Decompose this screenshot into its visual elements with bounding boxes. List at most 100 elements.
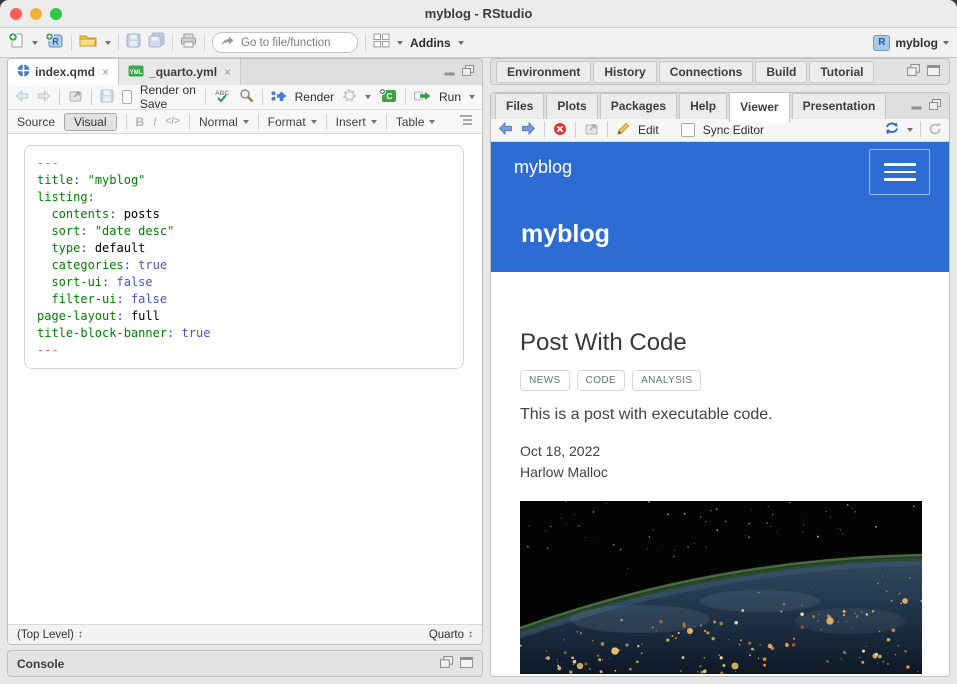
- tab-presentation[interactable]: Presentation: [792, 93, 887, 120]
- restore-pane-icon[interactable]: [440, 655, 453, 673]
- open-folder-caret-icon[interactable]: [105, 41, 111, 45]
- goto-file-box[interactable]: [212, 32, 358, 53]
- render-options-caret-icon[interactable]: [365, 95, 371, 99]
- console-pane-title[interactable]: Console: [17, 657, 64, 671]
- save-all-icon[interactable]: [148, 32, 165, 53]
- minimize-pane-icon[interactable]: [444, 63, 455, 81]
- tab-viewer[interactable]: Viewer: [729, 92, 789, 123]
- tab-connections[interactable]: Connections: [659, 61, 754, 83]
- bold-icon[interactable]: B: [136, 115, 145, 129]
- forward-icon[interactable]: [521, 122, 536, 138]
- addins-menu[interactable]: Addins: [410, 36, 451, 50]
- popup-window-icon[interactable]: [584, 122, 599, 138]
- sync-editor-label: Sync Editor: [703, 123, 764, 137]
- sync-editor-checkbox[interactable]: [681, 123, 695, 137]
- paragraph-style-menu[interactable]: Normal: [199, 115, 249, 129]
- visual-mode-button[interactable]: Visual: [64, 113, 116, 131]
- category-badge[interactable]: NEWS: [520, 370, 570, 391]
- toolbar-separator: [258, 114, 259, 130]
- scope-updown-icon: ↕: [78, 629, 83, 640]
- close-tab-icon[interactable]: ×: [102, 65, 109, 79]
- run-icon[interactable]: [414, 90, 431, 105]
- editor-canvas[interactable]: ---title: "myblog"listing: contents: pos…: [8, 134, 482, 624]
- publish-caret-icon[interactable]: [907, 128, 913, 132]
- back-icon[interactable]: [498, 122, 513, 138]
- tab-packages[interactable]: Packages: [600, 93, 677, 120]
- blog-nav-title[interactable]: myblog: [514, 157, 572, 178]
- code-line: title: "myblog": [37, 172, 451, 189]
- tab-tutorial[interactable]: Tutorial: [809, 61, 874, 83]
- sync-publish-icon[interactable]: [884, 122, 900, 138]
- back-icon[interactable]: [15, 90, 29, 105]
- code-line: page-layout: full: [37, 308, 451, 325]
- tab-environment[interactable]: Environment: [496, 61, 591, 83]
- format-menu[interactable]: Format: [268, 115, 317, 129]
- maximize-pane-icon[interactable]: [460, 655, 473, 673]
- new-file-icon[interactable]: [8, 32, 25, 54]
- open-folder-icon[interactable]: [79, 33, 98, 53]
- edit-pencil-icon[interactable]: [616, 122, 630, 139]
- run-button[interactable]: Run: [439, 90, 461, 104]
- render-on-save-checkbox[interactable]: [122, 90, 132, 104]
- close-tab-icon[interactable]: ×: [224, 65, 231, 79]
- run-caret-icon[interactable]: [469, 95, 475, 99]
- new-file-caret-icon[interactable]: [32, 41, 38, 45]
- stop-icon[interactable]: [553, 122, 567, 139]
- goto-file-input[interactable]: [239, 36, 348, 50]
- editor-statusbar: (Top Level)↕ Quarto↕: [8, 624, 482, 644]
- spellcheck-icon[interactable]: ABC: [214, 88, 231, 107]
- editor-tab[interactable]: index.qmd×: [8, 59, 119, 85]
- restore-pane-icon[interactable]: [929, 97, 941, 115]
- panes-layout-caret-icon[interactable]: [397, 41, 403, 45]
- hamburger-menu-icon[interactable]: [869, 149, 930, 195]
- print-icon[interactable]: [180, 33, 197, 53]
- forward-icon[interactable]: [37, 90, 51, 105]
- insert-chunk-icon[interactable]: C: [379, 88, 397, 106]
- addins-caret-icon[interactable]: [458, 41, 464, 45]
- toolbar-separator: [386, 114, 387, 130]
- refresh-icon[interactable]: [928, 122, 942, 139]
- tab-files[interactable]: Files: [495, 93, 544, 120]
- code-icon[interactable]: </>: [166, 116, 180, 127]
- editor-tab[interactable]: YML_quarto.yml×: [119, 59, 241, 85]
- yaml-metadata-block[interactable]: ---title: "myblog"listing: contents: pos…: [24, 145, 464, 369]
- panes-layout-icon[interactable]: [373, 33, 390, 53]
- category-badge[interactable]: ANALYSIS: [632, 370, 701, 391]
- edit-button[interactable]: Edit: [638, 123, 659, 137]
- search-icon[interactable]: [239, 88, 254, 106]
- rstudio-window: myblog - RStudio R: [0, 0, 957, 684]
- tab-plots[interactable]: Plots: [546, 93, 597, 120]
- code-line: contents: posts: [37, 206, 451, 223]
- new-project-icon[interactable]: R: [45, 32, 64, 54]
- post-author: Harlow Malloc: [520, 462, 949, 483]
- save-icon[interactable]: [100, 89, 114, 106]
- insert-menu[interactable]: Insert: [336, 115, 377, 129]
- post-date: Oct 18, 2022: [520, 441, 949, 462]
- italic-icon[interactable]: I: [153, 115, 156, 129]
- tab-history[interactable]: History: [593, 61, 656, 83]
- render-button[interactable]: Render: [295, 90, 334, 104]
- project-name: myblog: [895, 36, 938, 50]
- gear-icon[interactable]: [342, 88, 357, 106]
- save-icon[interactable]: [126, 33, 141, 53]
- restore-pane-icon[interactable]: [462, 63, 474, 81]
- filetype-selector[interactable]: Quarto↕: [429, 629, 473, 641]
- yml-file-icon: YML: [128, 65, 144, 80]
- popup-window-icon[interactable]: [68, 89, 83, 105]
- category-badge[interactable]: CODE: [577, 370, 626, 391]
- toolbar-separator: [326, 114, 327, 130]
- tab-build[interactable]: Build: [755, 61, 807, 83]
- render-icon[interactable]: [271, 90, 287, 105]
- restore-pane-icon[interactable]: [907, 63, 920, 81]
- code-line: sort: "date desc": [37, 223, 451, 240]
- minimize-pane-icon[interactable]: [911, 97, 922, 115]
- code-line: title-block-banner: true: [37, 325, 451, 342]
- table-menu[interactable]: Table: [396, 115, 436, 129]
- source-mode-button[interactable]: Source: [17, 115, 55, 129]
- outline-icon[interactable]: [459, 114, 473, 129]
- maximize-pane-icon[interactable]: [927, 63, 940, 81]
- project-menu[interactable]: R myblog: [873, 35, 949, 51]
- post-description: This is a post with executable code.: [520, 406, 949, 424]
- tab-help[interactable]: Help: [679, 93, 727, 120]
- scope-selector[interactable]: (Top Level)↕: [17, 629, 83, 641]
